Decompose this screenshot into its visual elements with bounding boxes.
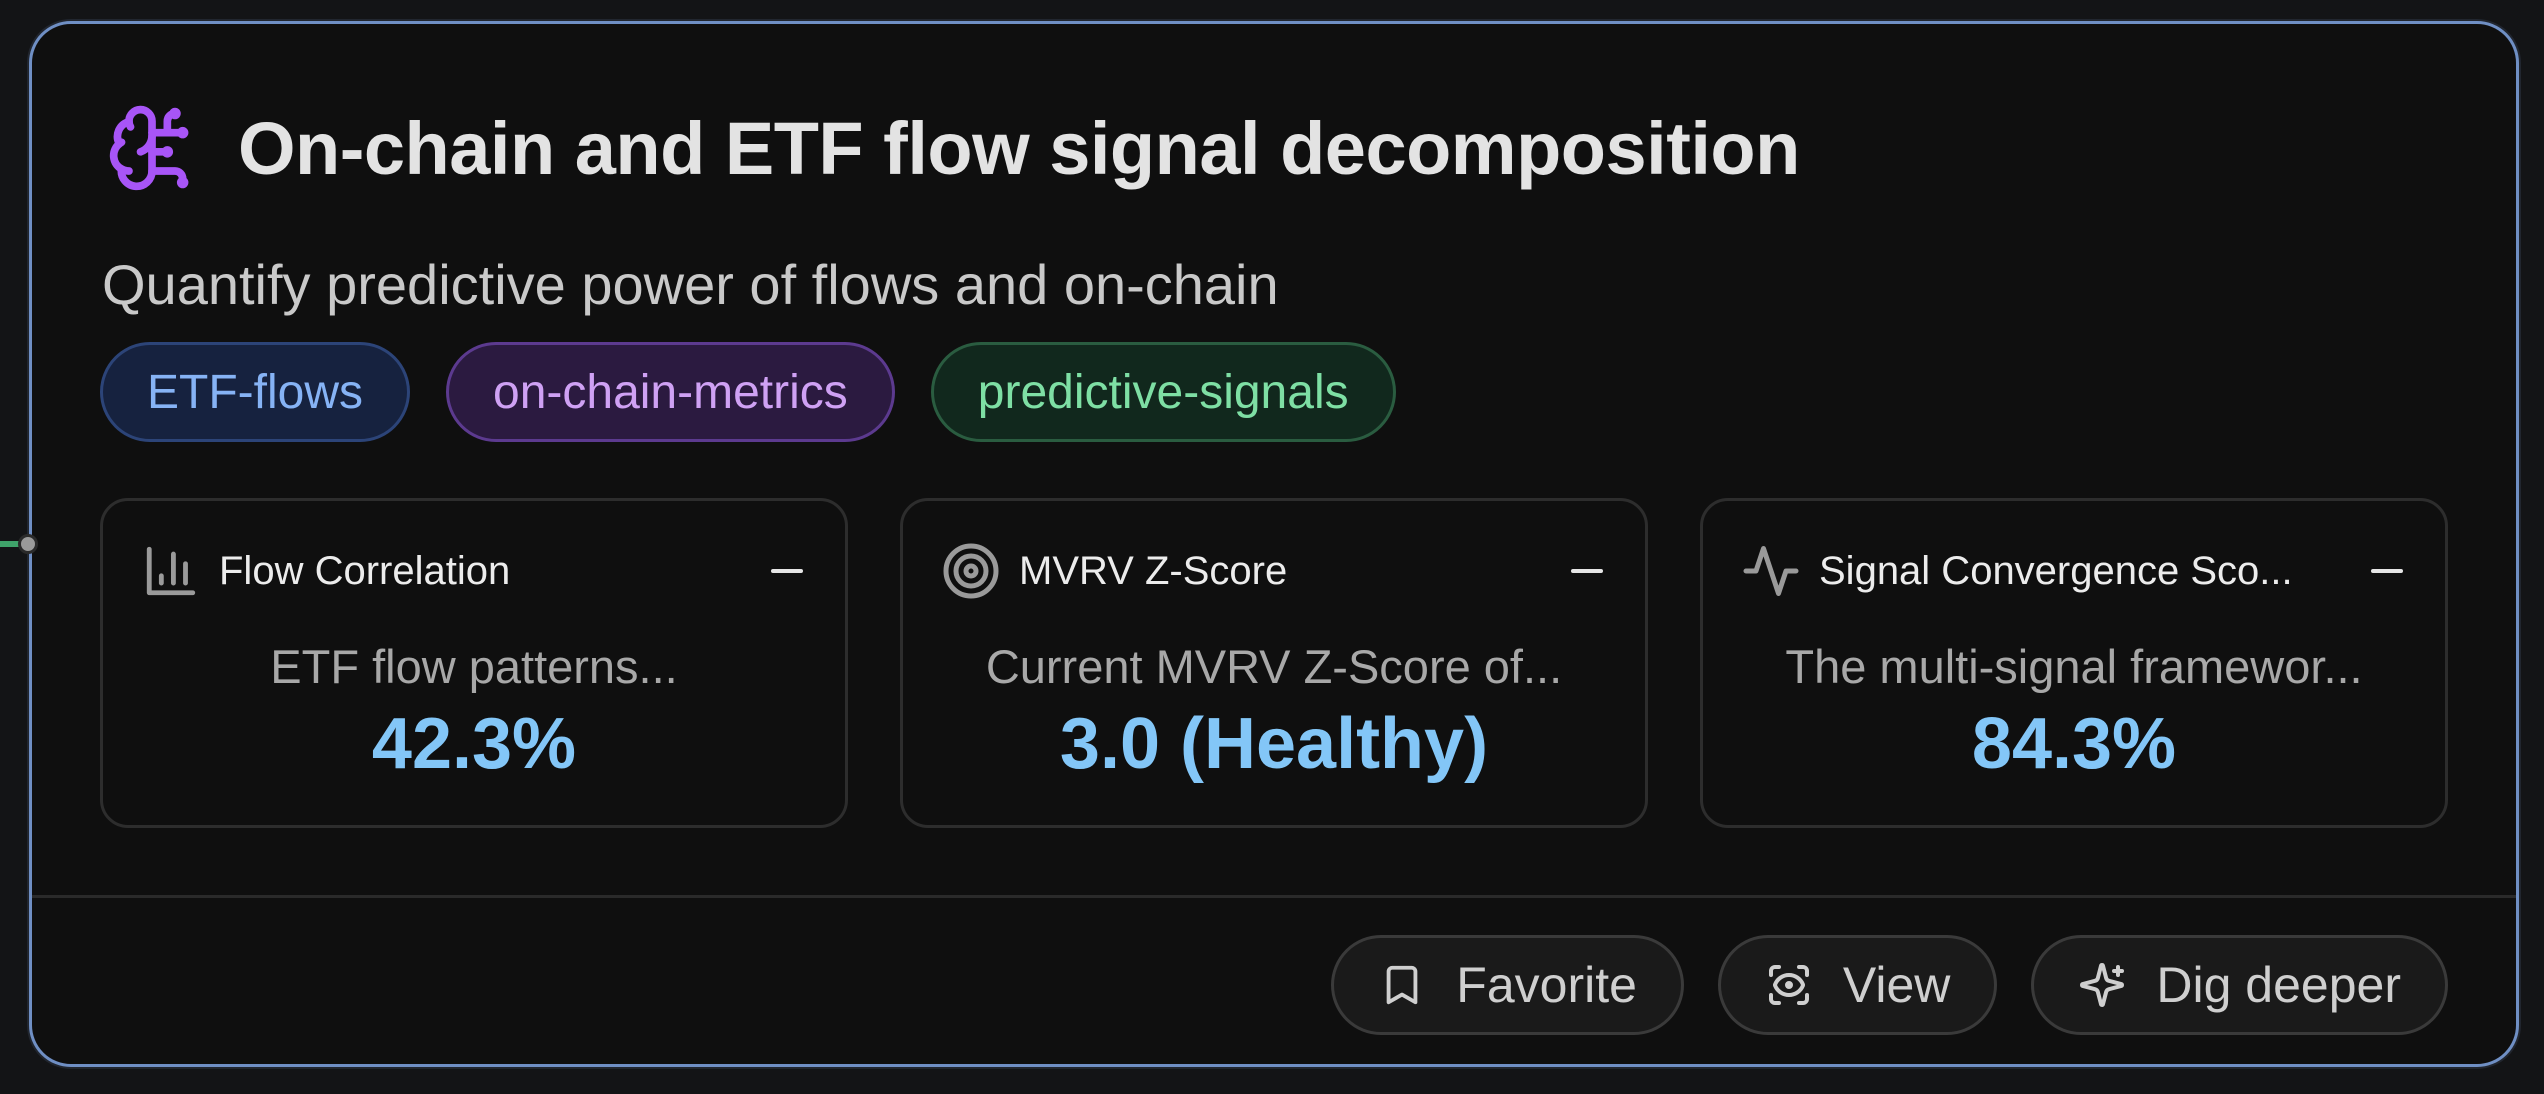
metric-cards: Flow Correlation ETF flow patterns... 42… <box>100 498 2448 828</box>
collapse-button[interactable] <box>2369 553 2405 589</box>
bar-chart-icon <box>141 541 201 601</box>
tag-list: ETF-flows on-chain-metrics predictive-si… <box>100 342 1396 442</box>
tag-on-chain-metrics[interactable]: on-chain-metrics <box>446 342 895 442</box>
metric-title: MVRV Z-Score <box>1019 548 1288 593</box>
favorite-label: Favorite <box>1456 957 1637 1013</box>
card-title: On-chain and ETF flow signal decompositi… <box>238 106 1800 190</box>
metric-card-signal-convergence[interactable]: Signal Convergence Sco... The multi-sign… <box>1700 498 2448 828</box>
view-label: View <box>1842 957 1951 1013</box>
metric-value: 84.3% <box>1971 704 2177 784</box>
target-icon <box>941 541 1001 601</box>
card-subtitle: Quantify predictive power of flows and o… <box>102 253 1279 316</box>
connector-edge <box>0 541 20 547</box>
research-node-card[interactable]: On-chain and ETF flow signal decompositi… <box>29 21 2519 1067</box>
dig-deeper-button[interactable]: Dig deeper <box>2031 935 2448 1035</box>
metric-title: Flow Correlation <box>219 548 511 593</box>
metric-description: ETF flow patterns... <box>270 640 678 693</box>
favorite-button[interactable]: Favorite <box>1331 935 1684 1035</box>
metric-card-flow-correlation[interactable]: Flow Correlation ETF flow patterns... 42… <box>100 498 848 828</box>
connector-handle[interactable] <box>18 534 38 554</box>
collapse-button[interactable] <box>1569 553 1605 589</box>
tag-etf-flows[interactable]: ETF-flows <box>100 342 410 442</box>
footer-divider <box>32 895 2516 898</box>
view-button[interactable]: View <box>1717 935 1998 1035</box>
metric-value: 3.0 (Healthy) <box>1059 704 1489 784</box>
activity-icon <box>1741 541 1801 601</box>
metric-value: 42.3% <box>371 704 577 784</box>
sparkles-icon <box>2078 961 2126 1009</box>
metric-description: The multi-signal framewor... <box>1785 640 2363 693</box>
eye-scan-icon <box>1765 961 1813 1009</box>
metric-title: Signal Convergence Sco... <box>1819 548 2293 593</box>
card-actions: Favorite View Dig deeper <box>1331 935 2448 1035</box>
metric-card-mvrv-z-score[interactable]: MVRV Z-Score Current MVRV Z-Score of... … <box>900 498 1648 828</box>
metric-description: Current MVRV Z-Score of... <box>985 640 1563 693</box>
tag-predictive-signals[interactable]: predictive-signals <box>930 342 1396 442</box>
minus-icon <box>2371 569 2403 573</box>
minus-icon <box>771 569 803 573</box>
bookmark-icon <box>1378 961 1426 1009</box>
card-header: On-chain and ETF flow signal decompositi… <box>104 100 1800 196</box>
minus-icon <box>1571 569 1603 573</box>
dig-deeper-label: Dig deeper <box>2156 957 2401 1013</box>
collapse-button[interactable] <box>769 553 805 589</box>
brain-circuit-icon <box>104 100 200 196</box>
